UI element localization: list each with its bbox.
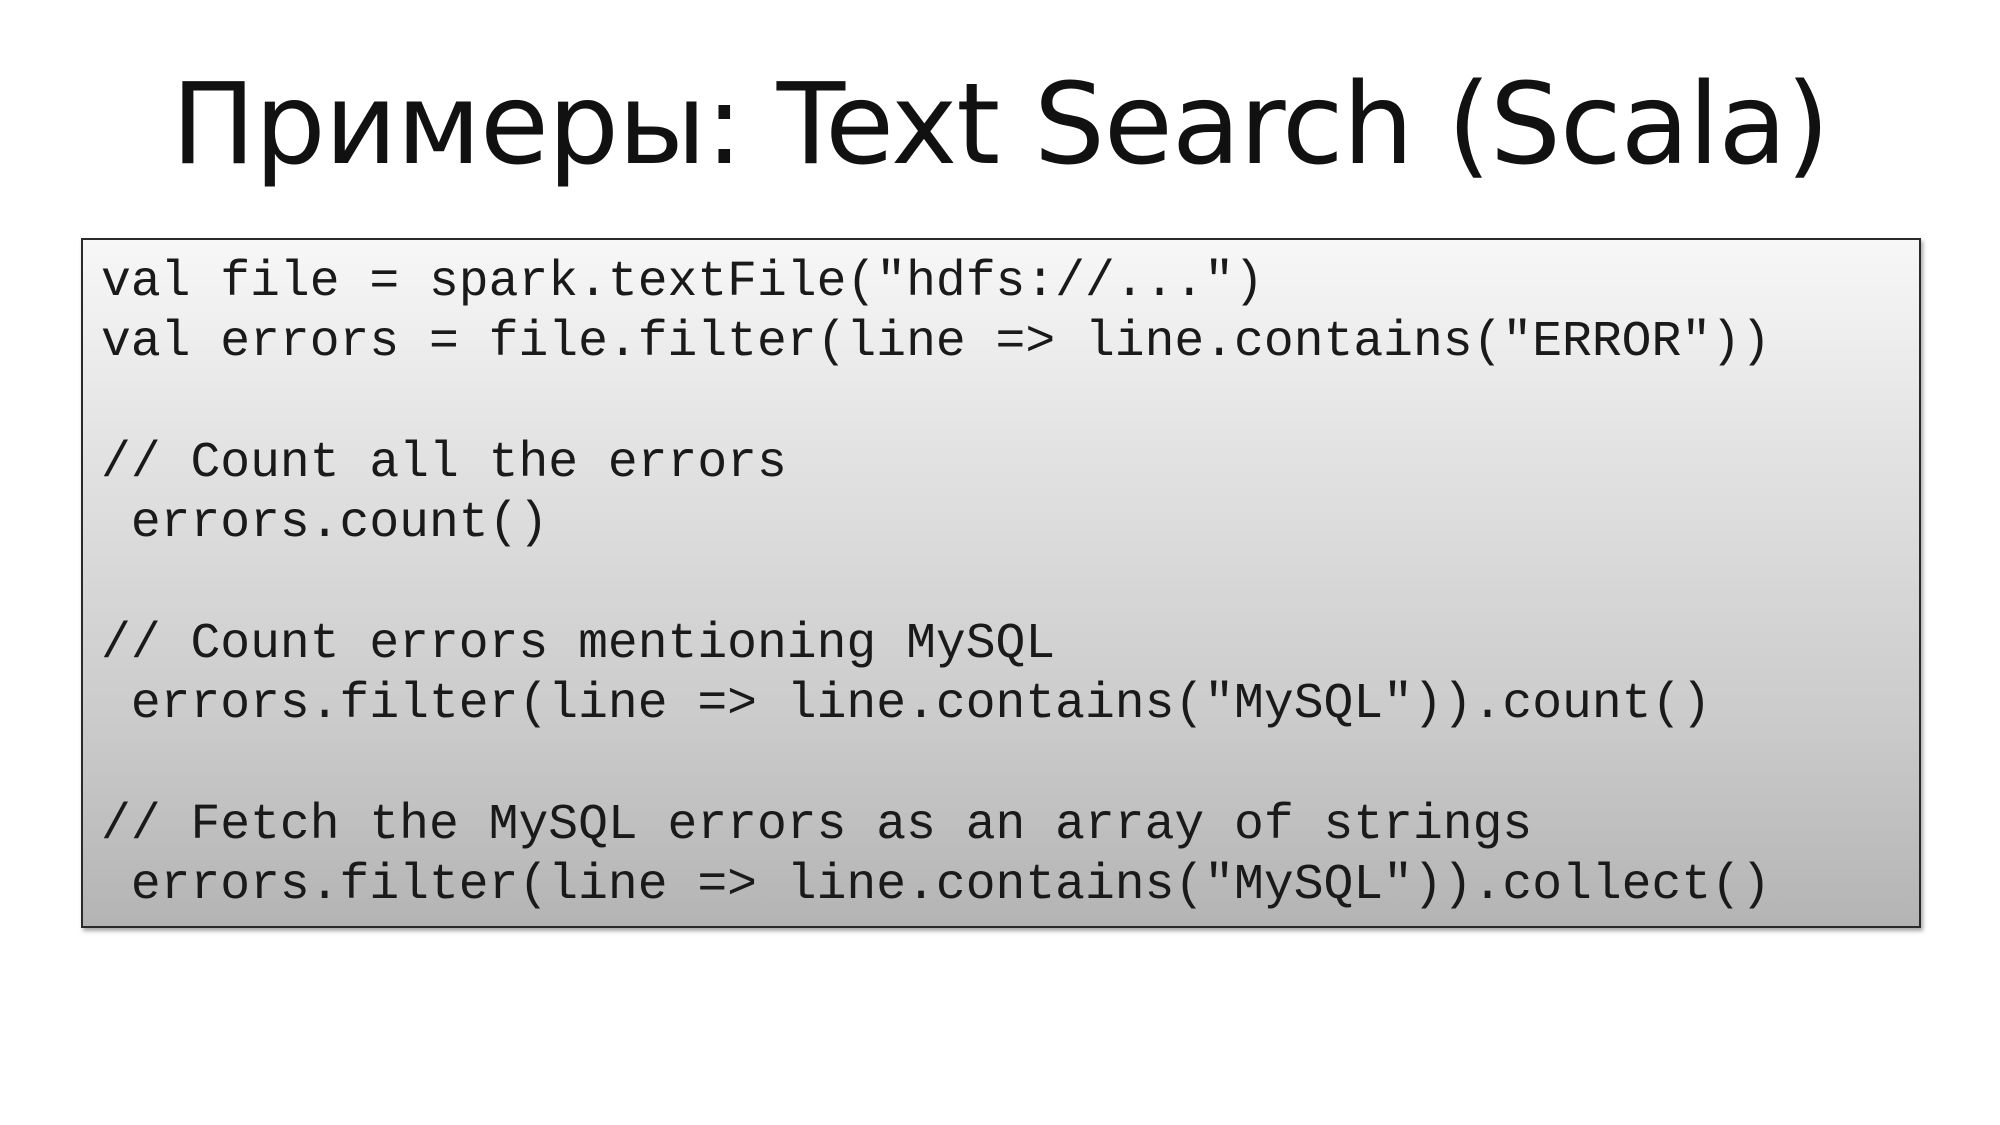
code-comment-count-all: // Count all the errors: [101, 434, 787, 491]
code-line-errors-count: errors.count(): [101, 495, 549, 552]
slide: Примеры: Text Search (Scala) val file = …: [0, 0, 2000, 1125]
slide-title: Примеры: Text Search (Scala): [171, 60, 1829, 190]
code-line-val-errors: val errors = file.filter(line => line.co…: [101, 314, 1771, 371]
code-line-filter-collect: errors.filter(line => line.contains("MyS…: [101, 856, 1771, 913]
code-comment-count-mysql: // Count errors mentioning MySQL: [101, 615, 1056, 672]
code-comment-fetch-mysql: // Fetch the MySQL errors as an array of…: [101, 796, 1533, 853]
code-line-filter-count: errors.filter(line => line.contains("MyS…: [101, 676, 1712, 733]
code-block: val file = spark.textFile("hdfs://...") …: [81, 238, 1921, 928]
code-line-val-file: val file = spark.textFile("hdfs://..."): [101, 254, 1264, 310]
